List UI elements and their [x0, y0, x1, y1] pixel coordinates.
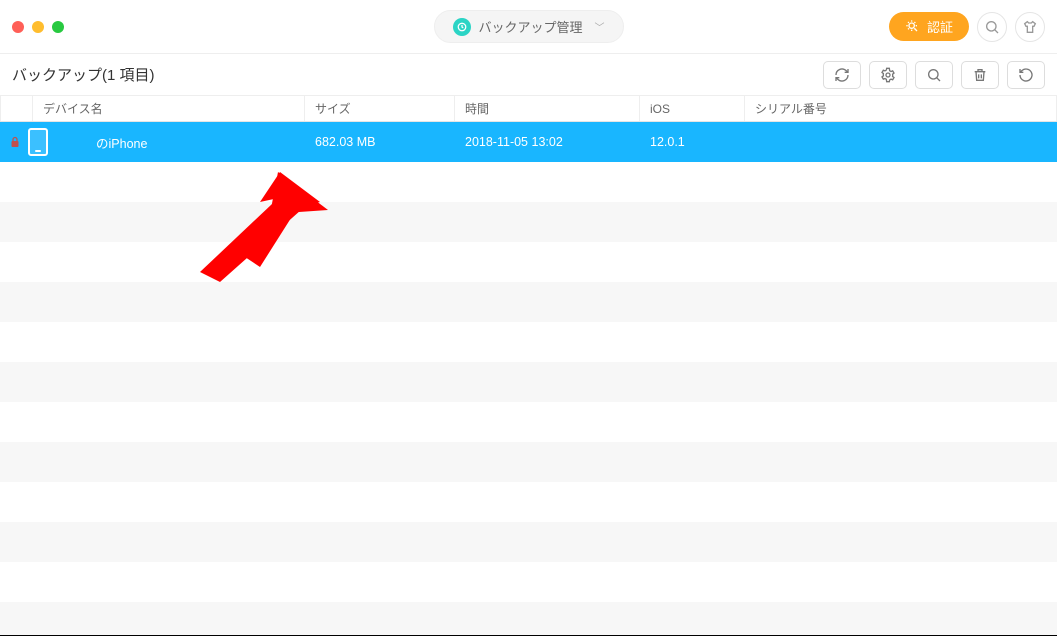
subheader: バックアップ(1 項目)	[0, 54, 1057, 96]
delete-button[interactable]	[961, 61, 999, 89]
lock-icon	[10, 135, 20, 149]
search-button[interactable]	[977, 12, 1007, 42]
th-device[interactable]: デバイス名	[33, 96, 305, 121]
table-row	[0, 522, 1057, 562]
refresh-icon	[834, 67, 850, 83]
table-body: のiPhone 682.03 MB 2018-11-05 13:02 12.0.…	[0, 122, 1057, 636]
table-row	[0, 402, 1057, 442]
close-window-button[interactable]	[12, 21, 24, 33]
cell-ios: 12.0.1	[640, 135, 745, 149]
table-row	[0, 482, 1057, 522]
titlebar: バックアップ管理 ﹀ 認証	[0, 0, 1057, 54]
trash-icon	[972, 67, 988, 83]
zoom-window-button[interactable]	[52, 21, 64, 33]
table-header: デバイス名 サイズ 時間 iOS シリアル番号	[0, 96, 1057, 122]
auth-label: 認証	[927, 17, 953, 36]
th-serial[interactable]: シリアル番号	[745, 96, 1057, 121]
sun-search-icon	[905, 19, 921, 35]
store-button[interactable]	[1015, 12, 1045, 42]
search-list-button[interactable]	[915, 61, 953, 89]
table-row	[0, 202, 1057, 242]
toolbar	[823, 61, 1045, 89]
th-size[interactable]: サイズ	[305, 96, 455, 121]
phone-icon	[28, 128, 48, 156]
table-row	[0, 442, 1057, 482]
table-row	[0, 362, 1057, 402]
table-row	[0, 282, 1057, 322]
titlebar-right: 認証	[889, 12, 1045, 42]
undo-icon	[1018, 67, 1034, 83]
table-row	[0, 602, 1057, 636]
backup-manage-label: バックアップ管理	[478, 17, 582, 36]
table-row	[0, 242, 1057, 282]
backup-manage-dropdown[interactable]: バックアップ管理 ﹀	[433, 10, 623, 43]
page-title: バックアップ(1 項目)	[12, 64, 155, 85]
search-icon	[926, 67, 942, 83]
window-controls	[12, 21, 64, 33]
search-icon	[984, 19, 1000, 35]
auth-button[interactable]: 認証	[889, 12, 969, 41]
table-row	[0, 162, 1057, 202]
settings-button[interactable]	[869, 61, 907, 89]
refresh-button[interactable]	[823, 61, 861, 89]
gear-icon	[880, 67, 896, 83]
table-row	[0, 322, 1057, 362]
cell-size: 682.03 MB	[305, 135, 455, 149]
chevron-down-icon: ﹀	[595, 19, 605, 34]
cell-time: 2018-11-05 13:02	[455, 135, 640, 149]
th-spacer	[0, 96, 33, 121]
table-row[interactable]: のiPhone 682.03 MB 2018-11-05 13:02 12.0.…	[0, 122, 1057, 162]
cell-device: のiPhone	[0, 128, 305, 156]
th-ios[interactable]: iOS	[640, 96, 745, 121]
shirt-icon	[1022, 19, 1038, 35]
clock-icon	[452, 18, 470, 36]
app-window: バックアップ管理 ﹀ 認証 バックアップ(1 項目)	[0, 0, 1057, 636]
minimize-window-button[interactable]	[32, 21, 44, 33]
device-name: のiPhone	[96, 133, 147, 152]
th-time[interactable]: 時間	[455, 96, 640, 121]
restore-button[interactable]	[1007, 61, 1045, 89]
table-row	[0, 562, 1057, 602]
titlebar-center: バックアップ管理 ﹀	[433, 10, 623, 43]
